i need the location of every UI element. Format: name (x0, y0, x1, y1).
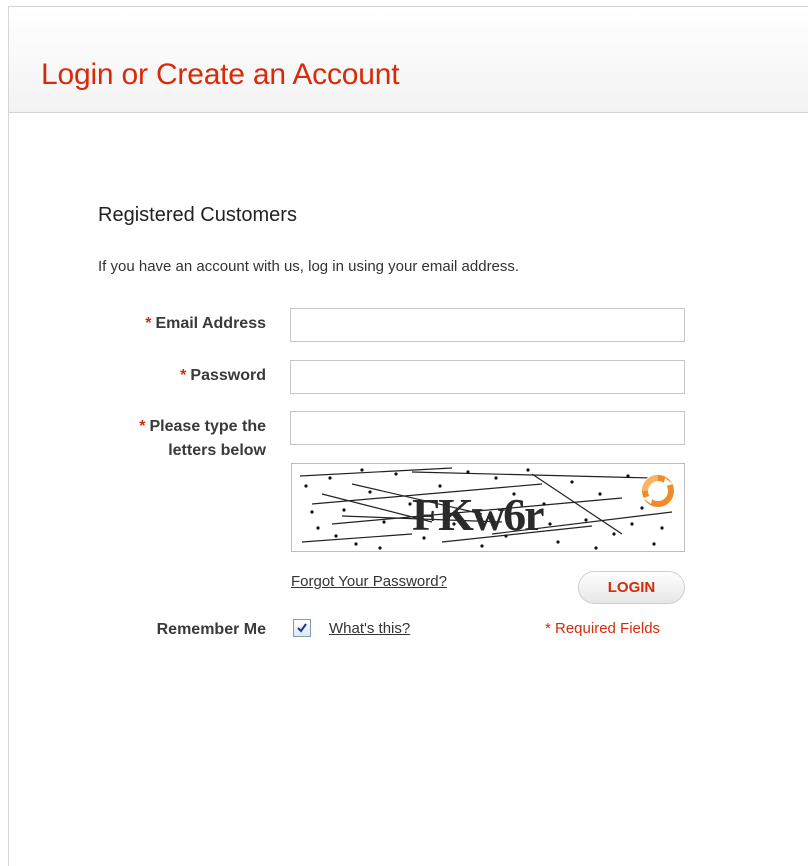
captcha-label-line2: letters below (168, 442, 266, 459)
captcha-input[interactable] (290, 411, 685, 445)
required-fields-note: * Required Fields (545, 620, 661, 637)
required-asterisk: * (180, 367, 187, 384)
required-asterisk: * (139, 418, 146, 435)
password-label-text: Password (190, 367, 266, 384)
captcha-text: FKw6r (412, 489, 544, 540)
captcha-noise: FKw6r (299, 467, 673, 550)
email-label: * Email Address (145, 312, 266, 336)
intro-text: If you have an account with us, log in u… (98, 258, 520, 275)
remember-me-checkbox[interactable] (293, 619, 311, 637)
captcha-label-line1: Please type the (149, 418, 267, 435)
page-header: Login or Create an Account (9, 7, 808, 113)
section-title: Registered Customers (98, 204, 297, 226)
required-asterisk: * (145, 315, 152, 332)
page-title: Login or Create an Account (41, 58, 400, 91)
captcha-image: FKw6r (291, 463, 685, 552)
password-label: * Password (180, 364, 266, 388)
forgot-password-link[interactable]: Forgot Your Password? (291, 572, 447, 592)
captcha-label: * Please type the letters below (139, 415, 266, 463)
whats-this-link[interactable]: What's this? (329, 619, 410, 639)
refresh-icon[interactable] (639, 472, 677, 510)
email-input[interactable] (290, 308, 685, 342)
email-label-text: Email Address (155, 315, 266, 332)
login-button[interactable]: LOGIN (578, 571, 685, 604)
checkmark-icon (297, 623, 307, 633)
remember-me-label: Remember Me (156, 621, 266, 638)
password-input[interactable] (290, 360, 685, 394)
